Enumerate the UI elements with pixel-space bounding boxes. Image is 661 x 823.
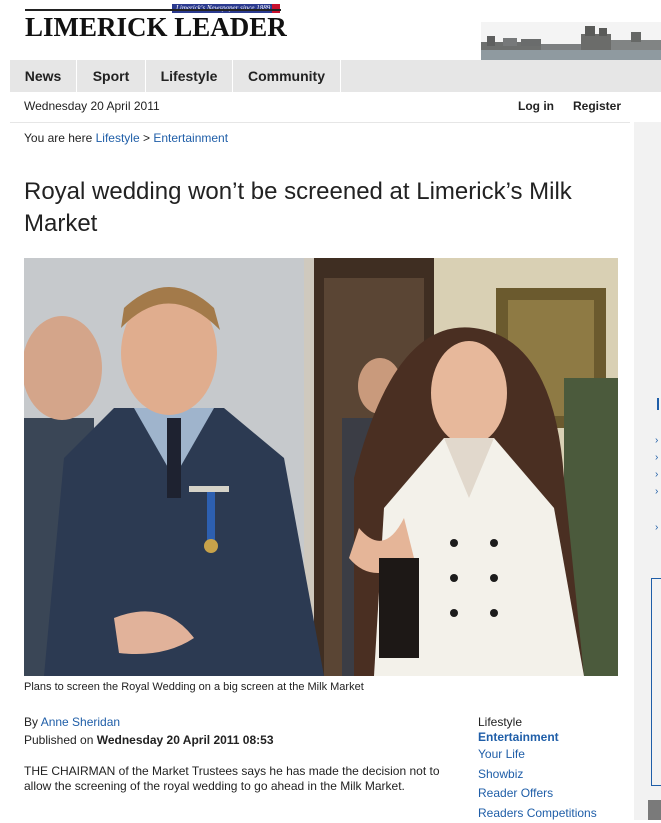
section-menu-your-life[interactable]: Your Life <box>478 745 628 765</box>
section-menu-showbiz[interactable]: Showbiz <box>478 765 628 785</box>
breadcrumb-lifestyle[interactable]: Lifestyle <box>96 131 140 145</box>
published-label: Published on <box>24 733 93 747</box>
main-nav: News Sport Lifestyle Community <box>10 60 661 92</box>
right-column-chevron-icon[interactable]: › <box>655 519 661 536</box>
breadcrumb-entertainment[interactable]: Entertainment <box>153 131 228 145</box>
photo-caption: Plans to screen the Royal Wedding on a b… <box>24 681 364 693</box>
published-line: Published on Wednesday 20 April 2011 08:… <box>24 733 274 747</box>
section-menu-readers-competitions[interactable]: Readers Competitions <box>478 804 628 823</box>
section-menu: Lifestyle Entertainment Your Life Showbi… <box>478 715 628 823</box>
logo-rule <box>25 9 281 11</box>
site-logo[interactable]: LIMERICK LEADER <box>25 12 287 42</box>
nav-item-community[interactable]: Community <box>233 60 341 92</box>
nav-item-news[interactable]: News <box>10 60 77 92</box>
right-column-chevron-icon[interactable]: › <box>655 432 661 449</box>
breadcrumb-prefix: You are here <box>24 131 92 145</box>
nav-item-sport[interactable]: Sport <box>77 60 146 92</box>
section-menu-entertainment[interactable]: Entertainment <box>478 730 628 745</box>
author-link[interactable]: Anne Sheridan <box>41 715 120 729</box>
article-title: Royal wedding won’t be screened at Limer… <box>24 176 629 240</box>
right-column-links: › › › › › <box>655 398 661 536</box>
masthead: Limerick's Newspaper since 1889 LIMERICK… <box>0 0 661 60</box>
right-column-marker <box>657 398 661 410</box>
right-column-panel <box>651 578 661 786</box>
right-column-chevron-icon[interactable]: › <box>655 483 661 500</box>
right-column-button[interactable] <box>648 800 661 820</box>
article-photo <box>24 258 618 676</box>
breadcrumb: You are here Lifestyle > Entertainment <box>24 131 228 145</box>
published-date: Wednesday 20 April 2011 08:53 <box>97 733 274 747</box>
byline-label: By <box>24 715 38 729</box>
section-menu-reader-offers[interactable]: Reader Offers <box>478 784 628 804</box>
current-date: Wednesday 20 April 2011 <box>24 99 160 113</box>
right-column-chevron-icon[interactable]: › <box>655 449 661 466</box>
nav-item-lifestyle[interactable]: Lifestyle <box>146 60 233 92</box>
breadcrumb-separator: > <box>143 131 150 145</box>
article-byline: By Anne Sheridan <box>24 715 120 729</box>
section-menu-label: Lifestyle <box>478 715 628 730</box>
article-body: THE CHAIRMAN of the Market Trustees says… <box>24 764 454 794</box>
city-skyline-image <box>481 22 661 60</box>
register-link[interactable]: Register <box>573 99 621 113</box>
login-link[interactable]: Log in <box>518 99 554 113</box>
right-column-chevron-icon[interactable]: › <box>655 466 661 483</box>
